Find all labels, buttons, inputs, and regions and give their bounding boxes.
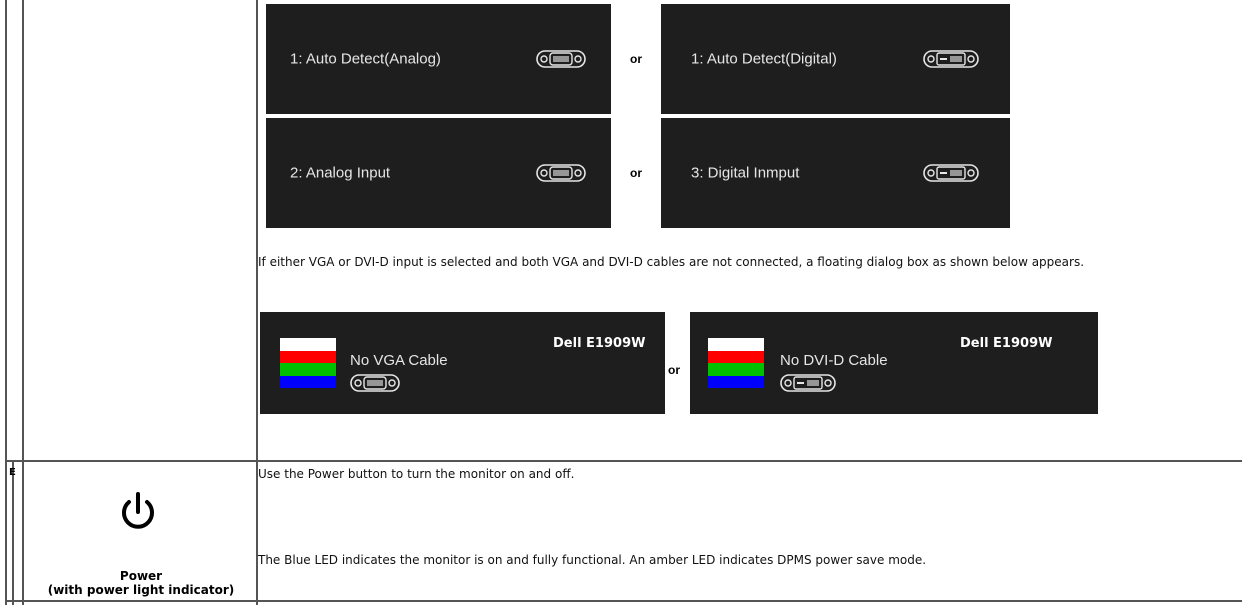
osd-label: 1: Auto Detect(Digital) (691, 50, 837, 68)
table-border-e-inner (12, 462, 14, 605)
or-separator: or (630, 52, 642, 66)
vga-connector-icon (350, 374, 400, 392)
vga-connector-icon (536, 50, 586, 68)
vga-connector-icon (536, 164, 586, 182)
osd-label: 1: Auto Detect(Analog) (290, 50, 441, 68)
color-bars-icon (708, 338, 764, 388)
row-divider (5, 460, 1242, 462)
or-separator: or (668, 363, 680, 377)
power-led-description: The Blue LED indicates the monitor is on… (258, 553, 927, 567)
power-icon (122, 492, 154, 529)
osd-label: 2: Analog Input (290, 164, 391, 182)
table-border-middle (256, 0, 258, 605)
color-bars-icon (280, 338, 336, 388)
power-label-line1: Power (119, 569, 163, 583)
color-bar (708, 363, 764, 376)
color-bar (280, 350, 336, 363)
osd-screen-auto-digital: 1: Auto Detect(Digital) (661, 4, 1010, 114)
table-border-left-inner (22, 0, 24, 605)
power-button-description: Use the Power button to turn the monitor… (258, 467, 575, 481)
dialog-message: No DVI-D Cable (780, 352, 888, 369)
osd-screen-analog-input: 2: Analog Input (266, 118, 611, 228)
table-border-left-outer (5, 0, 7, 605)
floating-dialog-paragraph: If either VGA or DVI-D input is selected… (258, 255, 1085, 269)
table-bottom-border (5, 600, 1242, 602)
color-bar (708, 375, 764, 388)
or-separator: or (630, 166, 642, 180)
dvi-connector-icon (780, 374, 836, 392)
color-bar (708, 350, 764, 363)
row-letter: E (9, 467, 16, 478)
color-bar (280, 338, 336, 351)
osd-screen-digital-input: 3: Digital Inmput (661, 118, 1010, 228)
no-dvi-cable-dialog: No DVI-D Cable Dell E1909W (690, 312, 1098, 414)
color-bar (280, 375, 336, 388)
color-bar (708, 338, 764, 351)
no-vga-cable-dialog: No VGA Cable Dell E1909W (260, 312, 665, 414)
dvi-connector-icon (923, 164, 979, 182)
power-label: Power (with power light indicator) (26, 569, 256, 597)
dialog-brand: Dell E1909W (960, 336, 1053, 351)
color-bar (280, 363, 336, 376)
osd-label: 3: Digital Inmput (691, 164, 800, 182)
power-label-line2: (with power light indicator) (47, 583, 235, 597)
osd-screen-auto-analog: 1: Auto Detect(Analog) (266, 4, 611, 114)
dialog-message: No VGA Cable (350, 352, 448, 369)
dvi-connector-icon (923, 50, 979, 68)
dialog-brand: Dell E1909W (553, 336, 646, 351)
